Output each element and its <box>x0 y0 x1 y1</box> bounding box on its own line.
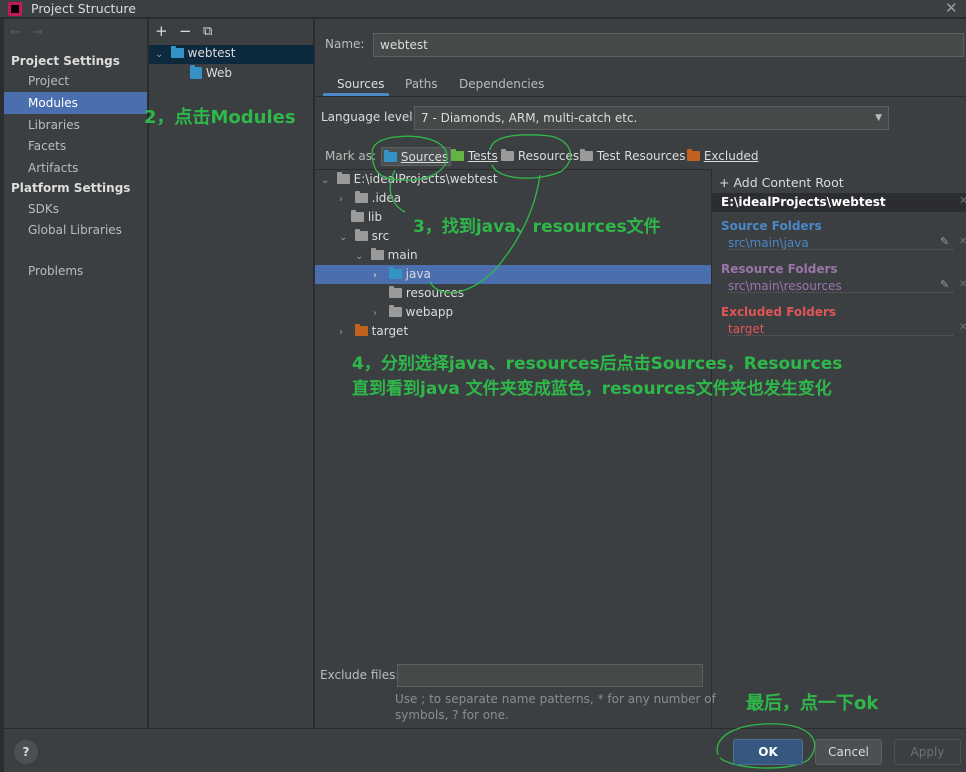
circle-resources-annotation <box>489 134 572 179</box>
help-button[interactable]: ? <box>14 740 38 764</box>
line-to-step3-annotation <box>389 169 406 213</box>
circle-sources-annotation <box>371 135 448 181</box>
annotation-circles <box>371 134 816 769</box>
ok-button[interactable]: OK <box>733 739 803 765</box>
apply-button[interactable]: Apply <box>894 739 961 765</box>
line-to-java-annotation <box>429 174 541 294</box>
cancel-button[interactable]: Cancel <box>815 739 882 765</box>
